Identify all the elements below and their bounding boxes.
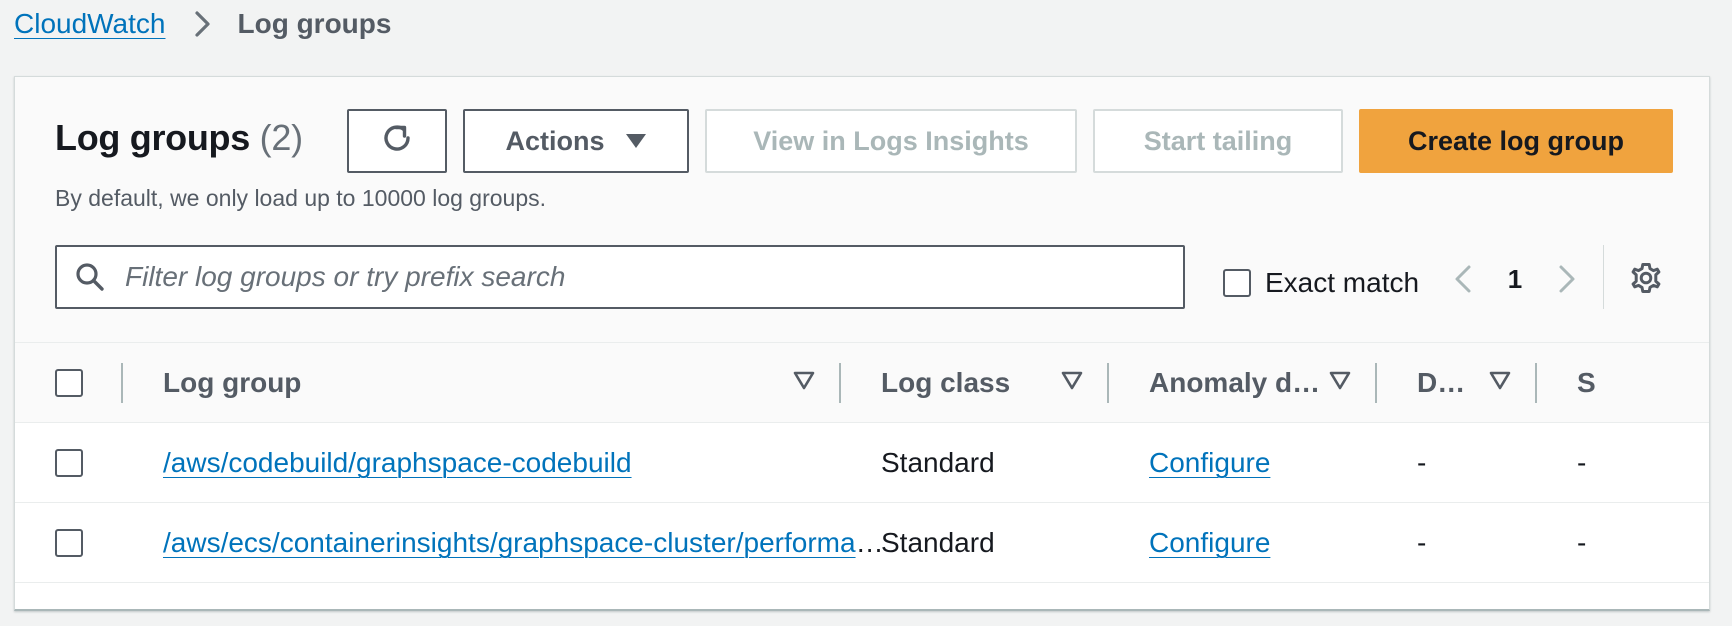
view-in-logs-insights-label: View in Logs Insights — [753, 125, 1029, 156]
create-log-group-label: Create log group — [1407, 125, 1624, 156]
search-icon — [57, 262, 123, 292]
column-divider — [839, 363, 841, 403]
column-header-log-class[interactable]: Log class — [881, 343, 1010, 423]
exact-match-label: Exact match — [1265, 267, 1420, 298]
table-row: /aws/ecs/containerinsights/graphspace-cl… — [15, 503, 1709, 583]
next-page-button[interactable] — [1545, 257, 1589, 301]
log-group-link-cell: /aws/codebuild/graphspace-codebuild — [163, 423, 632, 503]
table-row: /aws/codebuild/graphspace-codebuild Stan… — [15, 423, 1709, 503]
column-divider — [121, 363, 123, 403]
truncated-cell: - — [1577, 527, 1587, 558]
log-group-link-cell: /aws/ecs/containerinsights/graphspace-cl… — [163, 503, 889, 583]
start-tailing-label: Start tailing — [1143, 125, 1293, 156]
create-log-group-button[interactable]: Create log group — [1359, 109, 1673, 173]
actions-dropdown-button[interactable]: Actions — [463, 109, 689, 173]
column-divider — [1375, 363, 1377, 403]
log-group-link[interactable]: /aws/codebuild/graphspace-codebuild — [163, 447, 632, 479]
gear-icon — [1631, 263, 1661, 293]
panel-description: By default, we only load up to 10000 log… — [55, 185, 547, 211]
configure-anomaly-link[interactable]: Configure — [1149, 527, 1270, 559]
search-input[interactable] — [123, 260, 1163, 294]
breadcrumb-cloudwatch-link[interactable]: CloudWatch — [14, 8, 165, 40]
pagination: 1 — [1441, 253, 1589, 305]
column-header-anomaly-detection[interactable]: Anomaly d… — [1149, 343, 1320, 423]
previous-page-button[interactable] — [1441, 257, 1485, 301]
page-title-text: Log groups — [55, 117, 250, 158]
settings-button[interactable] — [1621, 253, 1671, 303]
log-groups-table: Log group Log class Anomaly d… D… S /aws… — [15, 343, 1709, 583]
select-all-checkbox[interactable] — [55, 369, 83, 397]
row-checkbox[interactable] — [55, 529, 83, 557]
chevron-right-icon — [183, 4, 223, 44]
sort-icon[interactable] — [793, 371, 815, 396]
configure-anomaly-link[interactable]: Configure — [1149, 447, 1270, 479]
data-protection-cell: - — [1417, 527, 1427, 558]
exact-match-checkbox[interactable] — [1223, 269, 1251, 297]
sort-icon[interactable] — [1061, 371, 1083, 396]
column-header-data-protection[interactable]: D… — [1417, 343, 1465, 423]
column-divider — [1107, 363, 1109, 403]
view-in-logs-insights-button[interactable]: View in Logs Insights — [705, 109, 1077, 173]
refresh-icon — [379, 120, 415, 163]
table-header: Log group Log class Anomaly d… D… S — [15, 343, 1709, 423]
start-tailing-button[interactable]: Start tailing — [1093, 109, 1343, 173]
column-header-truncated[interactable]: S — [1577, 343, 1596, 423]
log-group-link[interactable]: /aws/ecs/containerinsights/graphspace-cl… — [163, 527, 889, 558]
panel-header: Log groups (2) By default, we only load … — [15, 77, 1709, 343]
breadcrumb-current: Log groups — [237, 8, 392, 39]
current-page-number[interactable]: 1 — [1485, 264, 1545, 295]
page-title: Log groups (2) — [55, 117, 303, 159]
truncated-cell: - — [1577, 447, 1587, 478]
chevron-left-icon — [1455, 265, 1471, 293]
log-class-cell: Standard — [881, 447, 995, 478]
log-group-count: (2) — [259, 117, 303, 158]
sort-icon[interactable] — [1489, 371, 1511, 396]
refresh-button[interactable] — [347, 109, 447, 173]
caret-down-icon — [625, 133, 647, 149]
pager-divider — [1603, 245, 1604, 309]
exact-match-toggle[interactable]: Exact match — [1223, 267, 1419, 299]
anomaly-detection-cell: Configure — [1149, 423, 1270, 503]
breadcrumb: CloudWatch Log groups — [14, 4, 391, 44]
sort-icon[interactable] — [1329, 371, 1351, 396]
actions-label: Actions — [505, 125, 605, 156]
column-header-log-group[interactable]: Log group — [163, 343, 301, 423]
data-protection-cell: - — [1417, 447, 1427, 478]
log-groups-panel: Log groups (2) By default, we only load … — [14, 76, 1710, 611]
anomaly-detection-cell: Configure — [1149, 503, 1270, 583]
column-divider — [1535, 363, 1537, 403]
row-checkbox[interactable] — [55, 449, 83, 477]
log-class-cell: Standard — [881, 527, 995, 558]
search-box — [55, 245, 1185, 309]
chevron-right-icon — [1559, 265, 1575, 293]
